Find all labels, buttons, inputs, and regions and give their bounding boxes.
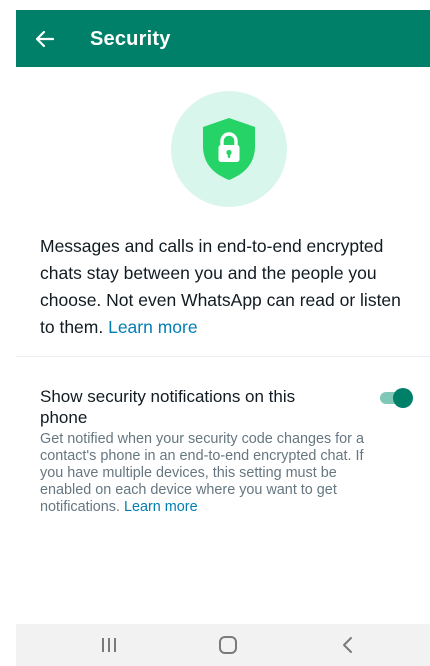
screen: Security Messages and calls in end-to-en… <box>16 10 430 666</box>
home-icon <box>219 636 237 654</box>
security-notifications-title: Show security notifications on this phon… <box>40 387 296 427</box>
encryption-text: Messages and calls in end-to-end encrypt… <box>40 236 401 337</box>
learn-more-link-notifications[interactable]: Learn more <box>124 499 198 515</box>
security-notifications-toggle[interactable] <box>380 388 414 408</box>
learn-more-link[interactable]: Learn more <box>108 317 198 337</box>
toggle-thumb <box>393 388 413 408</box>
page-title: Security <box>90 28 171 50</box>
shield-lock-icon <box>203 118 255 180</box>
app-bar: Security <box>16 10 430 67</box>
divider <box>16 356 430 357</box>
back-button[interactable] <box>30 24 60 54</box>
security-notifications-text: Get notified when your security code cha… <box>40 431 364 515</box>
system-navigation-bar <box>16 624 430 666</box>
recents-icon <box>102 638 116 652</box>
home-button[interactable] <box>208 632 248 658</box>
arrow-left-icon <box>35 30 55 48</box>
recents-button[interactable] <box>89 632 129 658</box>
security-illustration <box>171 91 287 207</box>
back-chevron-icon <box>343 637 352 653</box>
encryption-description: Messages and calls in end-to-end encrypt… <box>40 233 410 341</box>
security-notifications-description: Get notified when your security code cha… <box>40 431 370 516</box>
system-back-button[interactable] <box>328 632 368 658</box>
